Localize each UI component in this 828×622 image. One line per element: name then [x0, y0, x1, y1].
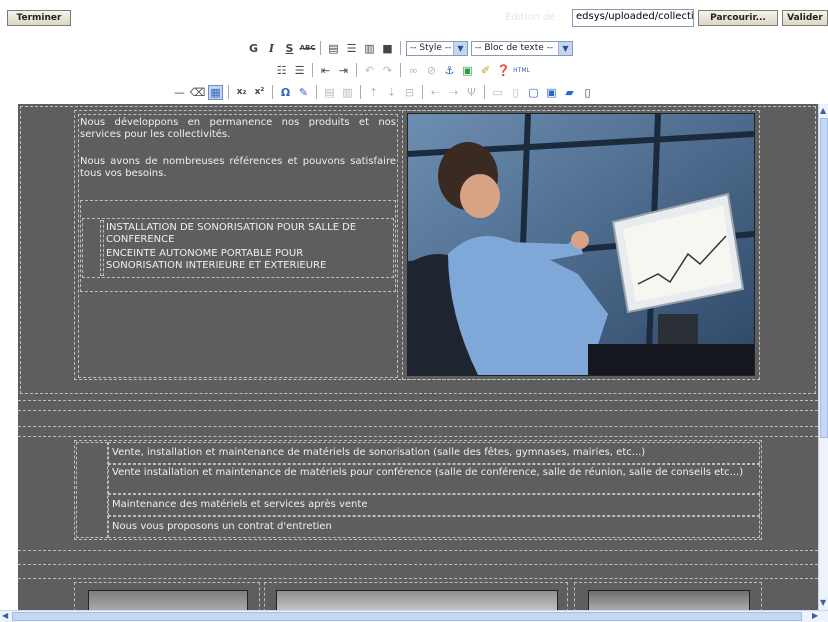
section-divider — [18, 400, 818, 401]
horizontal-scrollbar[interactable]: ◀ ▶ — [0, 610, 828, 622]
validate-button[interactable]: Valider — [782, 10, 828, 26]
eraser-icon[interactable]: ⌫ — [190, 85, 206, 100]
scroll-left-icon[interactable]: ◀ — [2, 611, 8, 620]
split-cells-icon[interactable]: ▯ — [508, 85, 523, 100]
section-divider — [18, 426, 818, 427]
delete-col-icon[interactable]: Ψ — [464, 85, 479, 100]
cleanup-icon[interactable]: ✐ — [478, 63, 493, 78]
insert-row-after-icon[interactable]: ⇣ — [384, 85, 399, 100]
service-item-3: Maintenance des matériels et services ap… — [112, 499, 368, 510]
block-select-value: -- Bloc de texte -- — [475, 43, 554, 53]
businessman-illustration — [408, 114, 754, 375]
link-icon[interactable]: ∞ — [406, 63, 421, 78]
special-char-icon[interactable]: Ω — [278, 85, 293, 100]
separator — [400, 63, 401, 77]
visual-aid-icon[interactable]: ▦ — [208, 84, 223, 100]
help-icon[interactable]: ❓ — [496, 63, 511, 78]
unordered-list-icon[interactable]: ☷ — [274, 63, 289, 78]
service-item-4: Nous vous proposons un contrat d'entreti… — [112, 521, 332, 532]
media-icon[interactable]: ✎ — [296, 85, 311, 100]
businessman-photo[interactable] — [407, 113, 755, 376]
redo-icon[interactable]: ↷ — [380, 63, 395, 78]
separator — [400, 41, 401, 55]
scroll-right-icon[interactable]: ▶ — [812, 611, 818, 620]
vertical-scrollbar[interactable]: ▲ ▼ — [818, 104, 828, 610]
separator — [360, 85, 361, 99]
insert-row-before-icon[interactable]: ⇡ — [366, 85, 381, 100]
image-icon[interactable]: ▣ — [460, 63, 475, 78]
save-icon[interactable]: ▰ — [562, 85, 577, 100]
service-item-1: Vente, installation et maintenance de ma… — [112, 447, 646, 458]
finish-button[interactable]: Terminer — [7, 10, 71, 26]
edition-label: Edition de : — [505, 12, 562, 23]
editor-canvas[interactable]: Nous développons en permanence nos produ… — [18, 104, 818, 610]
service-item-2: Vente installation et maintenance de mat… — [112, 467, 744, 478]
services-marker-column — [76, 442, 108, 538]
separator — [272, 85, 273, 99]
page-icon[interactable]: ▯ — [580, 85, 595, 100]
align-left-icon[interactable]: ▤ — [326, 41, 341, 56]
subscript-icon[interactable]: x₂ — [234, 85, 249, 100]
product-item-2: ENCEINTE AUTONOME PORTABLE POUR SONORISA… — [106, 248, 327, 271]
undo-icon[interactable]: ↶ — [362, 63, 377, 78]
html-source-button[interactable]: HTML — [513, 63, 530, 78]
scroll-up-icon[interactable]: ▲ — [820, 106, 826, 115]
template-icon[interactable]: ▣ — [544, 85, 559, 100]
table-props-icon[interactable]: ▥ — [340, 85, 355, 100]
room-photo-3[interactable] — [588, 590, 750, 610]
chevron-down-icon: ▼ — [453, 41, 467, 55]
intro-paragraph-1: Nous développons en permanence nos produ… — [80, 117, 396, 140]
room-photo-1[interactable] — [88, 590, 248, 610]
delete-row-icon[interactable]: ⊟ — [402, 85, 417, 100]
separator — [422, 85, 423, 99]
room-photo-2[interactable] — [276, 590, 558, 610]
align-center-icon[interactable]: ☰ — [344, 41, 359, 56]
section-divider — [18, 436, 818, 437]
section-divider — [18, 550, 818, 551]
strikethrough-button[interactable]: ABC — [300, 41, 316, 56]
separator — [228, 85, 229, 99]
new-document-icon[interactable]: ▢ — [526, 85, 541, 100]
separator — [320, 41, 321, 55]
insert-col-before-icon[interactable]: ⇠ — [428, 85, 443, 100]
bold-button[interactable]: G — [246, 41, 261, 56]
path-input[interactable]: edsys/uploaded/collectiv — [572, 9, 694, 27]
align-right-icon[interactable]: ▥ — [362, 41, 377, 56]
section-divider — [18, 564, 818, 565]
list-marker-cell — [100, 220, 104, 276]
indent-icon[interactable]: ⇥ — [336, 63, 351, 78]
align-justify-icon[interactable]: ■ — [380, 41, 395, 56]
horizontal-rule-icon[interactable]: — — [172, 85, 187, 100]
merge-cells-icon[interactable]: ▭ — [490, 85, 505, 100]
separator — [484, 85, 485, 99]
section-divider — [18, 410, 818, 411]
toolbar-row-2: ☷ ☰ ⇤ ⇥ ↶ ↷ ∞ ⊘ ⚓ ▣ ✐ ❓ HTML — [274, 60, 530, 80]
toolbar-row-1: G I S ABC ▤ ☰ ▥ ■ -- Style -- ▼ -- Bloc … — [246, 38, 573, 58]
horizontal-scroll-thumb[interactable] — [12, 612, 802, 621]
underline-button[interactable]: S — [282, 41, 297, 56]
vertical-scroll-thumb[interactable] — [820, 118, 828, 438]
style-select[interactable]: -- Style -- ▼ — [406, 40, 468, 56]
block-select[interactable]: -- Bloc de texte -- ▼ — [471, 40, 573, 56]
toolbar-row-3: — ⌫ ▦ x₂ x² Ω ✎ ▤ ▥ ⇡ ⇣ ⊟ ⇠ ⇢ Ψ ▭ ▯ ▢ ▣ … — [172, 82, 595, 102]
section-divider — [18, 578, 818, 579]
product-item-1: INSTALLATION DE SONORISATION POUR SALLE … — [106, 222, 357, 245]
scroll-down-icon[interactable]: ▼ — [820, 598, 826, 607]
separator — [312, 63, 313, 77]
outdent-icon[interactable]: ⇤ — [318, 63, 333, 78]
ordered-list-icon[interactable]: ☰ — [292, 63, 307, 78]
browse-button[interactable]: Parcourir... — [698, 10, 778, 26]
table-icon[interactable]: ▤ — [322, 85, 337, 100]
anchor-icon[interactable]: ⚓ — [442, 63, 457, 78]
intro-paragraph-2: Nous avons de nombreuses références et p… — [80, 156, 396, 179]
chevron-down-icon: ▼ — [558, 41, 572, 55]
italic-button[interactable]: I — [264, 41, 279, 56]
superscript-icon[interactable]: x² — [252, 85, 267, 100]
separator — [356, 63, 357, 77]
insert-col-after-icon[interactable]: ⇢ — [446, 85, 461, 100]
top-bar: Terminer Edition de : edsys/uploaded/col… — [0, 0, 828, 38]
unlink-icon[interactable]: ⊘ — [424, 63, 439, 78]
style-select-value: -- Style -- — [410, 43, 452, 53]
separator — [316, 85, 317, 99]
